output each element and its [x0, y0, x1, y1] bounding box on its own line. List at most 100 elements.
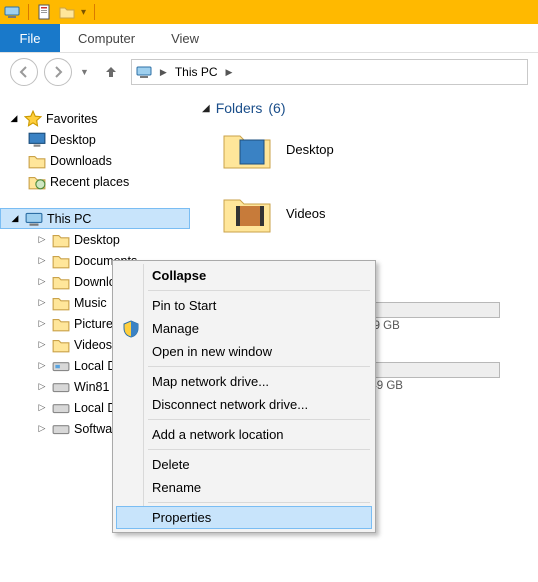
separator — [94, 4, 95, 20]
drive-free-label: of 7.49 GB — [348, 380, 538, 392]
expand-arrow-icon[interactable]: ▷ — [36, 255, 48, 266]
ctx-manage[interactable]: Manage — [116, 317, 372, 340]
nav-pc-desktop[interactable]: ▷ Desktop — [0, 229, 198, 250]
up-button[interactable] — [97, 64, 125, 80]
nav-label: This PC — [47, 212, 91, 226]
folder-icon — [52, 232, 70, 248]
star-icon — [24, 111, 42, 127]
ctx-label: Open in new window — [152, 344, 272, 359]
address-row: ▼ ▶ This PC ▶ — [0, 53, 538, 91]
ctx-label: Pin to Start — [152, 298, 216, 313]
ctx-delete[interactable]: Delete — [116, 453, 372, 476]
expand-arrow-icon[interactable]: ▷ — [36, 318, 48, 329]
chevron-right-icon[interactable]: ▶ — [156, 67, 171, 78]
nav-label: Favorites — [46, 112, 97, 126]
qa-properties-icon[interactable] — [37, 4, 53, 20]
drive-icon — [52, 379, 70, 395]
recent-locations-chevron-icon[interactable]: ▼ — [78, 67, 91, 77]
nav-label: Desktop — [74, 233, 120, 247]
collapse-arrow-icon[interactable]: ◢ — [202, 103, 210, 114]
folder-icon — [52, 295, 70, 311]
nav-fav-downloads[interactable]: Downloads — [0, 150, 198, 171]
nav-label: Videos — [74, 338, 112, 352]
nav-fav-desktop[interactable]: Desktop — [0, 129, 198, 150]
expand-arrow-icon[interactable]: ▷ — [36, 360, 48, 371]
address-bar[interactable]: ▶ This PC ▶ — [131, 59, 528, 85]
separator — [148, 366, 370, 367]
file-tab[interactable]: File — [0, 24, 60, 52]
folder-icon — [52, 274, 70, 290]
qa-newfolder-icon[interactable] — [59, 4, 75, 20]
folder-icon — [52, 337, 70, 353]
desktop-icon — [28, 132, 46, 148]
ctx-label: Disconnect network drive... — [152, 397, 308, 412]
item-label: Videos — [286, 206, 326, 221]
drive-icon — [52, 358, 70, 374]
ctx-rename[interactable]: Rename — [116, 476, 372, 499]
expand-arrow-icon[interactable]: ◢ — [9, 213, 21, 224]
nav-label: Recent places — [50, 175, 129, 189]
group-count: (6) — [268, 100, 285, 116]
separator — [148, 449, 370, 450]
ctx-label: Map network drive... — [152, 374, 269, 389]
ctx-map-network-drive[interactable]: Map network drive... — [116, 370, 372, 393]
separator — [28, 4, 29, 20]
pc-icon — [25, 211, 43, 227]
separator — [148, 290, 370, 291]
chevron-right-icon[interactable]: ▶ — [222, 67, 237, 78]
ctx-label: Rename — [152, 480, 201, 495]
folder-large-icon — [222, 128, 272, 170]
recent-places-icon — [28, 174, 46, 190]
drive-name-partial: :) — [348, 286, 538, 300]
expand-arrow-icon[interactable]: ▷ — [36, 402, 48, 413]
expand-arrow-icon[interactable]: ▷ — [36, 234, 48, 245]
qa-customize-chevron-icon[interactable]: ▾ — [81, 7, 86, 18]
ctx-label: Add a network location — [152, 427, 284, 442]
item-label: Desktop — [286, 142, 334, 157]
folder-large-icon — [222, 192, 272, 234]
expand-arrow-icon[interactable]: ▷ — [36, 381, 48, 392]
expand-arrow-icon[interactable]: ▷ — [36, 339, 48, 350]
ctx-label: Delete — [152, 457, 190, 472]
nav-label: Desktop — [50, 133, 96, 147]
ctx-properties[interactable]: Properties — [116, 506, 372, 529]
ctx-label: Properties — [152, 510, 211, 525]
group-label: Folders — [216, 100, 263, 116]
folder-icon — [52, 253, 70, 269]
drive-icon — [52, 400, 70, 416]
forward-button[interactable] — [44, 58, 72, 86]
nav-this-pc[interactable]: ◢ This PC — [0, 208, 190, 229]
nav-favorites[interactable]: ◢ Favorites — [0, 108, 198, 129]
drive-icon — [52, 421, 70, 437]
item-desktop[interactable]: Desktop — [198, 124, 538, 188]
crumb-this-pc[interactable]: This PC — [175, 65, 218, 79]
drive-name-partial: :) — [348, 346, 538, 360]
pc-icon — [136, 64, 152, 80]
ctx-label: Collapse — [152, 268, 206, 283]
ctx-disconnect-network-drive[interactable]: Disconnect network drive... — [116, 393, 372, 416]
expand-arrow-icon[interactable]: ◢ — [8, 113, 20, 124]
ribbon-tabs: File Computer View — [0, 24, 538, 53]
downloads-icon — [28, 153, 46, 169]
separator — [148, 502, 370, 503]
folder-icon — [52, 316, 70, 332]
expand-arrow-icon[interactable]: ▷ — [36, 276, 48, 287]
view-tab[interactable]: View — [153, 24, 217, 52]
context-menu: Collapse Pin to Start Manage Open in new… — [112, 260, 376, 533]
nav-label: Music — [74, 296, 107, 310]
qa-pc-icon[interactable] — [4, 4, 20, 20]
title-bar: ▾ — [0, 0, 538, 24]
expand-arrow-icon[interactable]: ▷ — [36, 423, 48, 434]
group-folders[interactable]: ◢ Folders (6) — [198, 100, 538, 116]
nav-fav-recent[interactable]: Recent places — [0, 171, 198, 192]
ctx-add-network-location[interactable]: Add a network location — [116, 423, 372, 446]
ctx-pin-to-start[interactable]: Pin to Start — [116, 294, 372, 317]
expand-arrow-icon[interactable]: ▷ — [36, 297, 48, 308]
computer-tab[interactable]: Computer — [60, 24, 153, 52]
shield-icon — [122, 320, 140, 338]
item-videos[interactable]: Videos — [198, 188, 538, 252]
ctx-open-new-window[interactable]: Open in new window — [116, 340, 372, 363]
back-button[interactable] — [10, 58, 38, 86]
ctx-collapse[interactable]: Collapse — [116, 264, 372, 287]
separator — [148, 419, 370, 420]
